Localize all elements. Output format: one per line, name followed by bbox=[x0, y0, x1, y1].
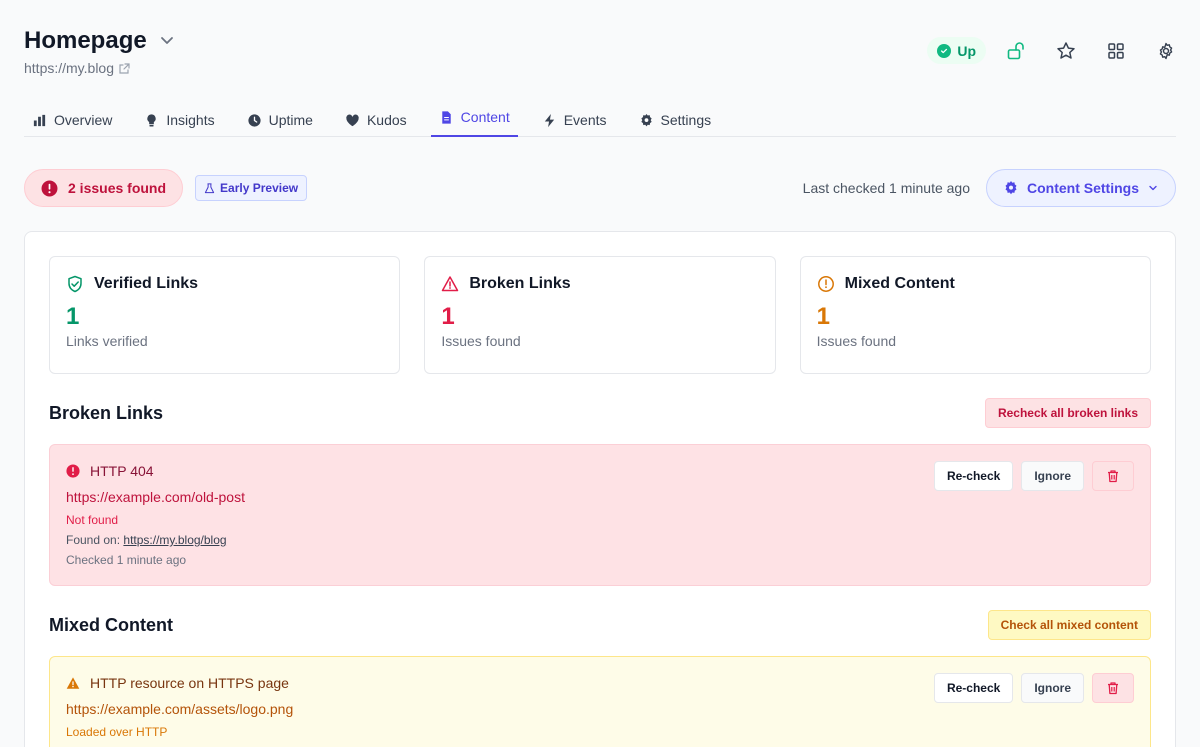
found-on-label: Found on: bbox=[66, 533, 121, 547]
found-on-link[interactable]: https://my.blog/blog bbox=[123, 533, 226, 547]
mixed-content-header: Mixed Content Check all mixed content bbox=[49, 610, 1151, 640]
alert-circle-icon bbox=[66, 464, 80, 478]
heart-icon bbox=[346, 114, 359, 126]
flask-icon bbox=[204, 182, 215, 193]
status-label: Up bbox=[957, 42, 976, 59]
lock-open-icon[interactable] bbox=[1006, 41, 1026, 61]
issue-reason: Not found bbox=[66, 513, 119, 527]
status-badge: Up bbox=[927, 37, 986, 64]
issue-title: HTTP 404 bbox=[90, 463, 154, 479]
page-title: Homepage bbox=[24, 27, 147, 54]
check-all-mixed-button[interactable]: Check all mixed content bbox=[987, 610, 1151, 640]
broken-links-card: Broken Links 1 Issues found bbox=[424, 256, 776, 374]
clock-icon bbox=[248, 113, 261, 127]
content-status-bar: 2 issues found Early Preview Last checke… bbox=[24, 169, 1176, 207]
bolt-icon bbox=[544, 113, 554, 127]
exclamation-circle-icon bbox=[817, 276, 834, 292]
section-title: Broken Links bbox=[49, 402, 164, 423]
chevron-down-icon[interactable] bbox=[157, 31, 177, 51]
issue-url[interactable]: https://example.com/assets/logo.png bbox=[66, 701, 1134, 717]
page-header: Homepage https://my.blog Up bbox=[24, 26, 1176, 76]
delete-button[interactable] bbox=[1092, 673, 1134, 703]
trash-icon bbox=[1108, 470, 1118, 483]
tab-label: Kudos bbox=[366, 112, 407, 128]
tab-events[interactable]: Events bbox=[534, 104, 615, 136]
tab-label: Uptime bbox=[268, 112, 313, 128]
tab-content[interactable]: Content bbox=[430, 104, 518, 137]
tab-overview[interactable]: Overview bbox=[24, 104, 120, 136]
shield-check-icon bbox=[68, 275, 82, 293]
checked-time: Checked 1 minute ago bbox=[66, 553, 187, 567]
issue-actions: Re-check Ignore bbox=[933, 461, 1134, 491]
tab-uptime[interactable]: Uptime bbox=[239, 104, 321, 136]
grid-icon[interactable] bbox=[1106, 41, 1126, 61]
tab-label: Content bbox=[460, 109, 510, 125]
mixed-content-item: HTTP resource on HTTPS page https://exam… bbox=[49, 656, 1151, 747]
stat-value: 1 bbox=[66, 303, 80, 330]
content-settings-button[interactable]: Content Settings bbox=[986, 169, 1176, 207]
document-icon bbox=[441, 110, 451, 124]
trash-icon bbox=[1108, 682, 1118, 695]
stat-title: Broken Links bbox=[469, 275, 571, 292]
early-preview-badge: Early Preview bbox=[195, 175, 308, 201]
issues-badge[interactable]: 2 issues found bbox=[24, 169, 184, 207]
recheck-button[interactable]: Re-check bbox=[933, 673, 1014, 703]
tab-label: Settings bbox=[660, 112, 712, 128]
warning-triangle-icon bbox=[66, 677, 80, 689]
lightbulb-icon bbox=[147, 113, 157, 126]
stat-subtitle: Issues found bbox=[816, 333, 897, 349]
last-checked-text: Last checked 1 minute ago bbox=[802, 180, 970, 196]
issue-url[interactable]: https://example.com/old-post bbox=[66, 489, 1134, 505]
stat-subtitle: Issues found bbox=[441, 333, 521, 349]
tab-insights[interactable]: Insights bbox=[136, 104, 222, 136]
check-circle-icon bbox=[937, 43, 952, 58]
section-title: Mixed Content bbox=[49, 614, 173, 635]
tab-label: Insights bbox=[166, 112, 215, 128]
issue-reason: Loaded over HTTP bbox=[66, 725, 168, 739]
broken-link-item: HTTP 404 https://example.com/old-post No… bbox=[49, 444, 1151, 586]
ignore-button[interactable]: Ignore bbox=[1021, 461, 1084, 491]
star-icon[interactable] bbox=[1056, 41, 1076, 61]
chevron-down-icon bbox=[1149, 185, 1157, 191]
site-url[interactable]: https://my.blog bbox=[24, 60, 114, 76]
content-panel: Verified Links 1 Links verified Broken L… bbox=[24, 231, 1176, 747]
issue-title: HTTP resource on HTTPS page bbox=[90, 675, 289, 691]
delete-button[interactable] bbox=[1092, 461, 1134, 491]
external-link-icon[interactable] bbox=[118, 62, 130, 74]
stat-value: 1 bbox=[816, 303, 831, 330]
recheck-button[interactable]: Re-check bbox=[933, 461, 1014, 491]
broken-links-header: Broken Links Recheck all broken links bbox=[49, 398, 1151, 428]
stat-title: Verified Links bbox=[94, 275, 199, 292]
alert-circle-icon bbox=[41, 180, 58, 196]
verified-links-card: Verified Links 1 Links verified bbox=[49, 256, 401, 374]
tab-settings[interactable]: Settings bbox=[631, 104, 720, 136]
stat-subtitle: Links verified bbox=[66, 333, 148, 349]
tab-label: Events bbox=[563, 112, 607, 128]
ignore-button[interactable]: Ignore bbox=[1021, 673, 1084, 703]
gear-icon[interactable] bbox=[1156, 41, 1176, 61]
tab-label: Overview bbox=[54, 112, 113, 128]
bar-chart-icon bbox=[33, 114, 46, 126]
early-preview-label: Early Preview bbox=[220, 181, 299, 195]
tab-kudos[interactable]: Kudos bbox=[337, 104, 415, 136]
stat-value: 1 bbox=[441, 303, 455, 330]
recheck-all-button[interactable]: Recheck all broken links bbox=[984, 398, 1151, 428]
stat-title: Mixed Content bbox=[844, 275, 955, 292]
tab-bar: Overview Insights Uptime Kudos Content E… bbox=[24, 104, 1176, 137]
found-on: Found on: https://my.blog/blog bbox=[66, 533, 1134, 547]
issues-label: 2 issues found bbox=[68, 180, 167, 196]
warning-triangle-icon bbox=[442, 276, 459, 292]
stats-row: Verified Links 1 Links verified Broken L… bbox=[49, 256, 1151, 374]
gear-icon bbox=[640, 113, 652, 126]
content-settings-label: Content Settings bbox=[1027, 180, 1139, 196]
gear-icon bbox=[1005, 181, 1017, 195]
mixed-content-card: Mixed Content 1 Issues found bbox=[799, 256, 1151, 374]
issue-actions: Re-check Ignore bbox=[933, 673, 1134, 703]
